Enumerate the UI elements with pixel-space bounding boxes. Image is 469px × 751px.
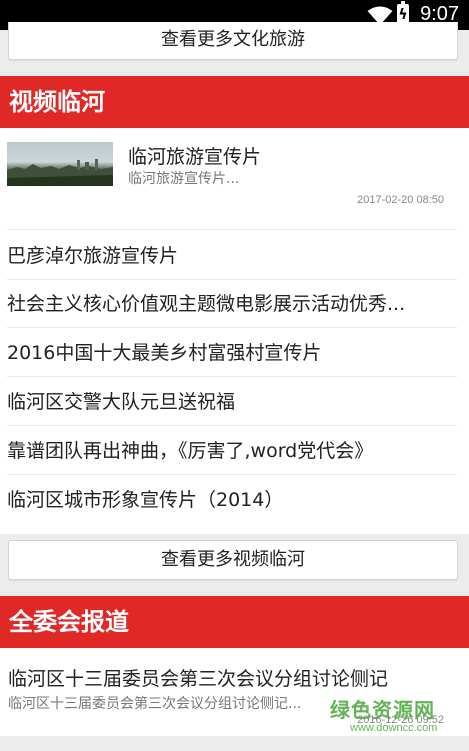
watermark-url: www.downcc.com bbox=[350, 722, 438, 734]
report-title: 临河区十三届委员会第三次会议分组讨论侧记 bbox=[8, 668, 389, 690]
more-culture-button[interactable]: 查看更多文化旅游 bbox=[8, 22, 458, 60]
section-header-committee: 全委会报道 bbox=[0, 596, 469, 648]
more-video-button[interactable]: 查看更多视频临河 bbox=[8, 540, 458, 580]
watermark-text: 绿色资源网 bbox=[330, 698, 435, 722]
video-list-item[interactable]: 2016中国十大最美乡村富强村宣传片 bbox=[7, 329, 457, 377]
video-list-item[interactable]: 临河区交警大队元旦送祝福 bbox=[7, 378, 457, 426]
video-panel: 临河旅游宣传片 临河旅游宣传片... 2017-02-20 08:50 巴彦淖尔… bbox=[0, 128, 469, 534]
featured-video-summary: 临河旅游宣传片... bbox=[128, 171, 240, 187]
video-list-item[interactable]: 临河区城市形象宣传片（2014） bbox=[7, 476, 457, 524]
video-thumbnail bbox=[7, 142, 113, 186]
featured-video-date: 2017-02-20 08:50 bbox=[357, 194, 444, 206]
site-watermark: 绿色资源网 www.downcc.com bbox=[328, 694, 456, 742]
divider bbox=[7, 229, 457, 230]
featured-video[interactable]: 临河旅游宣传片 临河旅游宣传片... 2017-02-20 08:50 bbox=[0, 128, 469, 216]
video-list-item[interactable]: 巴彦淖尔旅游宣传片 bbox=[7, 232, 457, 280]
video-list-item[interactable]: 靠谱团队再出神曲，《厉害了,word党代会》 bbox=[7, 427, 457, 475]
video-list-item[interactable]: 社会主义核心价值观主题微电影展示活动优秀... bbox=[7, 280, 457, 328]
report-summary: 临河区十三届委员会第三次会议分组讨论侧记... bbox=[8, 696, 302, 712]
section-header-video: 视频临河 bbox=[0, 76, 469, 128]
featured-video-title: 临河旅游宣传片 bbox=[128, 146, 262, 168]
